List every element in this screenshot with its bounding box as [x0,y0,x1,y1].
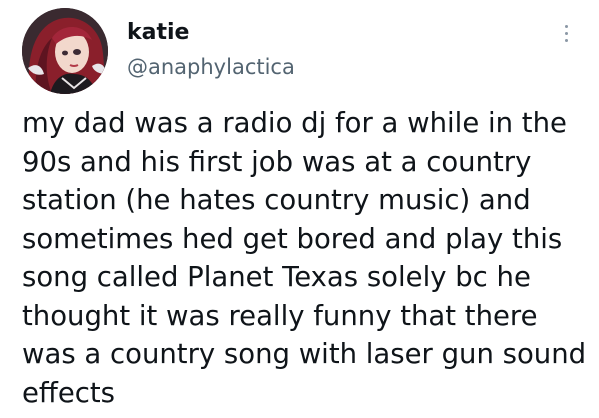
tweet-text-line: sometimes hed get bored and play this [22,222,563,255]
tweet-text-line: station (he hates country music) and [22,184,531,216]
author-display-name[interactable]: katie [127,20,189,45]
anime-character-avatar-icon[interactable] [22,8,108,94]
author-handle[interactable]: @anaphylactica [127,55,295,79]
more-dot [564,39,568,42]
tweet-text-line: 90s and his first job was at a country [22,145,532,178]
tweet-text-line: effects [22,376,116,409]
tweet-text-line: thought it was really funny that there [22,299,538,332]
tweet-text: my dad was a radio dj for a while in the… [22,104,592,412]
more-vertical-icon[interactable] [556,22,576,50]
tweet-text-line: was a country song with laser gun sound [22,338,587,370]
more-dot [564,25,568,28]
tweet-card: katie @anaphylactica my dad was a radio … [0,0,599,418]
more-dot [564,32,568,35]
tweet-text-line: song called Planet Texas solely bc he [22,261,531,293]
tweet-text-line: my dad was a radio dj for a while in the [22,107,567,139]
